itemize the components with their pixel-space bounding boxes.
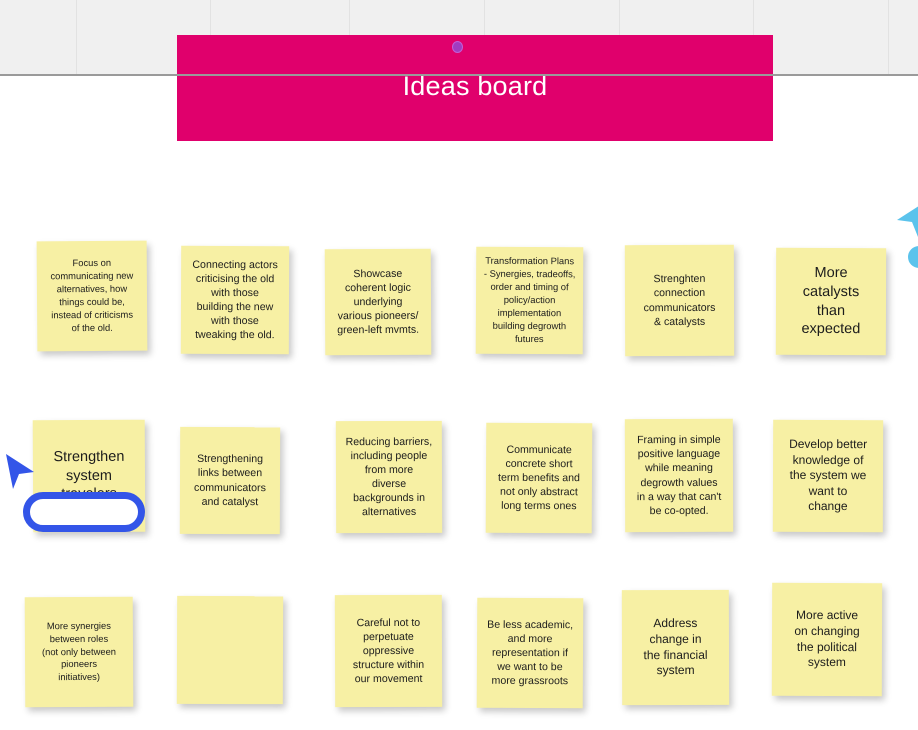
sticky-note[interactable]: Showcase coherent logic underlying vario… [324, 248, 432, 356]
sticky-note[interactable]: Strengthening links between communicator… [179, 426, 281, 535]
sticky-note[interactable]: Reducing barriers, including people from… [335, 420, 443, 534]
sticky-note-text: Transformation Plans - Synergies, tradeo… [483, 254, 576, 344]
sticky-note-text: Showcase coherent logic underlying vario… [337, 267, 420, 337]
sticky-note[interactable]: More active on changing the political sy… [771, 582, 883, 697]
sticky-note[interactable]: Framing in simple positive language whil… [624, 418, 734, 533]
sticky-note-text: More active on changing the political sy… [794, 608, 860, 670]
sticky-note-text: Reducing barriers, including people from… [345, 435, 433, 519]
sticky-note[interactable]: Address change in the financial system [621, 589, 730, 706]
board-header-banner[interactable]: Ideas board [177, 35, 773, 141]
grid-line-v-6 [888, 0, 889, 75]
sticky-note-text: Develop better knowledge of the system w… [789, 436, 868, 514]
sticky-note[interactable]: Develop better knowledge of the system w… [772, 419, 884, 533]
cursor-cyan-right-icon [893, 200, 918, 245]
sticky-note-text: Address change in the financial system [643, 616, 708, 678]
text-input-overlay[interactable] [23, 492, 145, 532]
sticky-note-text: Communicate concrete short term benefits… [498, 443, 580, 513]
sticky-note-text: Be less academic, and more representatio… [487, 618, 574, 688]
grid-line-v-0 [76, 0, 77, 75]
sticky-note-text: More synergies between roles (not only b… [41, 619, 117, 683]
sticky-note[interactable]: Transformation Plans - Synergies, tradeo… [475, 246, 584, 355]
collaborator-cursor-dot [908, 246, 918, 268]
sticky-note[interactable]: More synergies between roles (not only b… [24, 596, 134, 708]
sticky-note[interactable]: Strenghten connection communicators & ca… [624, 244, 735, 357]
sticky-note-text: Focus on communicating new alternatives,… [50, 256, 134, 334]
sticky-note-text: Connecting actors criticising the old wi… [192, 258, 278, 342]
sticky-note-text: Framing in simple positive language whil… [636, 434, 722, 517]
sticky-note[interactable]: Focus on communicating new alternatives,… [36, 240, 148, 352]
horizontal-ruler-line [0, 74, 918, 76]
collaborator-dot [452, 41, 463, 53]
sticky-note[interactable]: Careful not to perpetuate oppressive str… [334, 594, 443, 708]
sticky-note-text: Careful not to perpetuate oppressive str… [352, 616, 425, 686]
sticky-note[interactable]: Connecting actors criticising the old wi… [180, 245, 290, 355]
sticky-note[interactable] [176, 595, 284, 705]
sticky-note[interactable]: More catalysts than expected [775, 247, 887, 356]
sticky-note[interactable]: Communicate concrete short term benefits… [485, 422, 593, 534]
sticky-note-text: Strenghten connection communicators & ca… [643, 273, 716, 328]
sticky-note[interactable]: Be less academic, and more representatio… [476, 597, 584, 709]
sticky-note-text: Strengthening links between communicator… [194, 453, 266, 508]
sticky-note-text: More catalysts than expected [801, 265, 861, 338]
board-canvas[interactable]: Ideas board Focus on communicating new a… [0, 0, 918, 730]
